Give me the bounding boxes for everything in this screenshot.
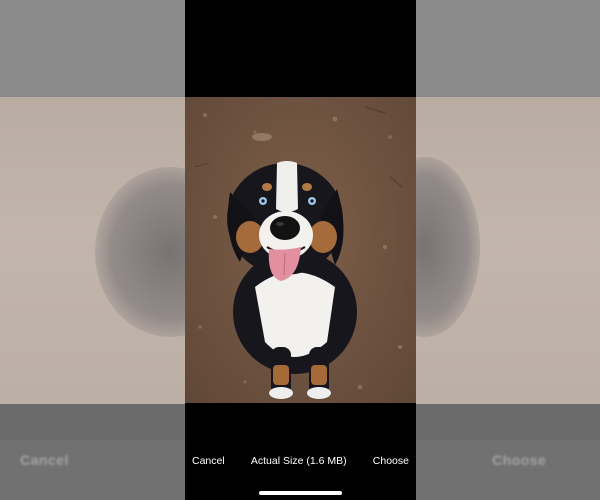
image-preview-panel: Cancel Actual Size (1.6 MB) Choose (185, 0, 416, 500)
ghost-cancel-label: Cancel (20, 452, 69, 468)
dog-photo-illustration (194, 106, 403, 399)
ghost-choose-label: Choose (492, 452, 547, 468)
actual-size-button[interactable]: Actual Size (1.6 MB) (251, 455, 347, 467)
preview-toolbar: Cancel Actual Size (1.6 MB) Choose (185, 440, 416, 482)
choose-button[interactable]: Choose (373, 455, 409, 467)
dog-photo (185, 97, 416, 403)
cancel-button[interactable]: Cancel (192, 455, 225, 467)
home-indicator-bar[interactable] (259, 491, 342, 495)
